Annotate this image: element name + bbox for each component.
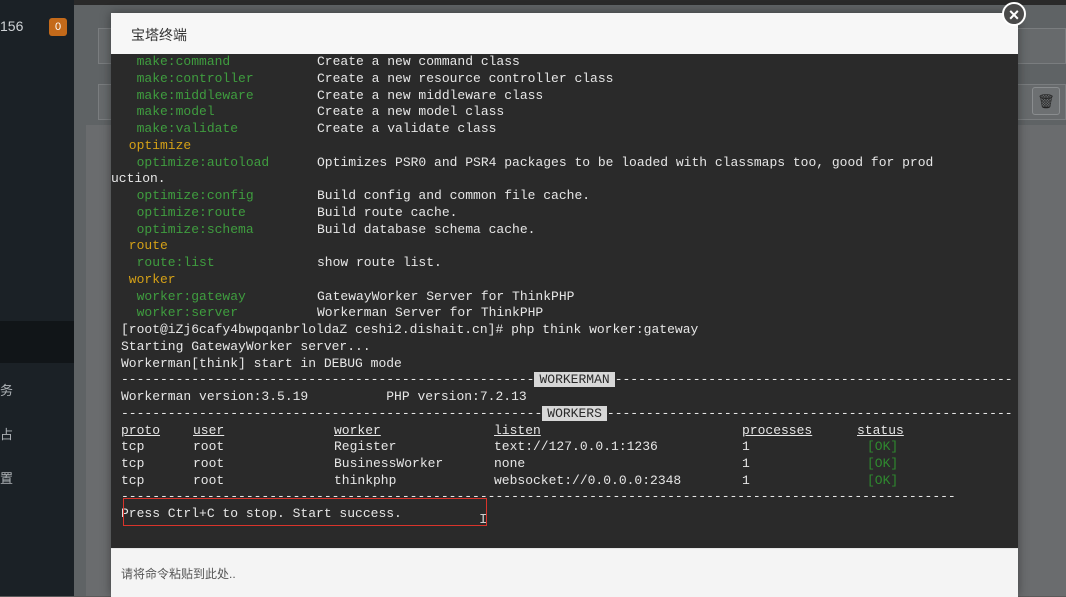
terminal-line: worker:gateway GatewayWorker Server for T… [121,289,575,304]
table-cell: 1 [742,473,750,488]
table-cell: BusinessWorker [334,456,444,471]
terminal-output[interactable]: make:command Create a new command class m… [111,54,1018,548]
table-cell: root [193,456,225,471]
terminal-line: make:model Create a new model class [121,104,505,119]
terminal-line: route:list show route list. [121,255,442,270]
terminal-line: optimize:route Build route cache. [121,205,458,220]
table-cell: none [494,456,526,471]
terminal-line: Starting GatewayWorker server... [121,339,371,354]
sidebar-item-log[interactable]: 占 [0,424,13,443]
terminal-separator: ----------------------------------------… [121,406,1013,421]
terminal-line: make:validate Create a validate class [121,121,497,136]
modal-title: 宝塔终端 [131,27,187,43]
text-cursor-icon: I [479,512,488,528]
sidebar: 156 0 务 占 置 [0,0,74,596]
terminal-line: optimize:schema Build database schema cac… [121,222,536,237]
terminal-group-optimize: optimize [121,138,192,153]
command-input-area [111,548,1018,597]
table-header-status: status [857,423,904,438]
workerman-label: WORKERMAN [534,372,615,387]
table-header-worker: worker [334,423,381,438]
sidebar-item-task[interactable]: 务 [0,380,13,399]
terminal-prompt-line: [root@iZj6cafy4bwpqanbrloldaZ ceshi2.dis… [121,322,699,337]
notification-badge[interactable]: 0 [49,18,67,36]
terminal-line: worker:server Workerman Server for ThinkP… [121,305,544,320]
table-cell: Register [334,439,397,454]
table-cell: 1 [742,456,750,471]
table-cell: tcp [121,439,145,454]
table-cell: thinkphp [334,473,397,488]
terminal-line: make:middleware Create a new middleware c… [121,88,544,103]
terminal-line: optimize:autoload Optimizes PSR0 and PSR4… [121,155,934,170]
terminal-line: uction. [111,171,166,186]
close-icon[interactable]: × [1002,2,1026,26]
table-header-proto: proto [121,423,161,438]
command-input[interactable] [119,561,1003,587]
table-cell: 1 [742,439,750,454]
status-ok: [OK] [867,439,899,454]
top-bar [74,0,1066,5]
terminal-line: Workerman[think] start in DEBUG mode [121,356,402,371]
status-ok: [OK] [867,473,899,488]
terminal-modal: 宝塔终端 make:command Create a new command cl… [111,13,1018,597]
terminal-separator: ----------------------------------------… [121,372,1013,387]
table-cell: root [193,439,225,454]
terminal-group-route: route [121,238,168,253]
table-header-listen: listen [494,423,541,438]
status-ok: [OK] [867,456,899,471]
terminal-line: make:command Create a new command class [121,54,520,69]
terminal-version-line: Workerman version:3.5.19 PHP version:7.2… [121,389,527,404]
table-cell: text://127.0.0.1:1236 [494,439,658,454]
terminal-line: make:controller Create a new resource con… [121,71,614,86]
highlight-box [123,498,487,526]
table-cell: websocket://0.0.0.0:2348 [494,473,682,488]
table-header-processes: processes [742,423,813,438]
sidebar-item-settings[interactable]: 置 [0,468,13,487]
trash-icon[interactable]: 🗑 [1032,87,1060,115]
sidebar-active-item[interactable] [0,321,74,363]
workers-label: WORKERS [542,406,607,421]
table-header-user: user [193,423,225,438]
terminal-line: optimize:config Build config and common f… [121,188,591,203]
table-cell: root [193,473,225,488]
table-cell: tcp [121,456,145,471]
table-cell: tcp [121,473,145,488]
server-ip-label: 156 [0,18,24,34]
terminal-group-worker: worker [121,272,176,287]
modal-header[interactable]: 宝塔终端 [111,13,1018,55]
